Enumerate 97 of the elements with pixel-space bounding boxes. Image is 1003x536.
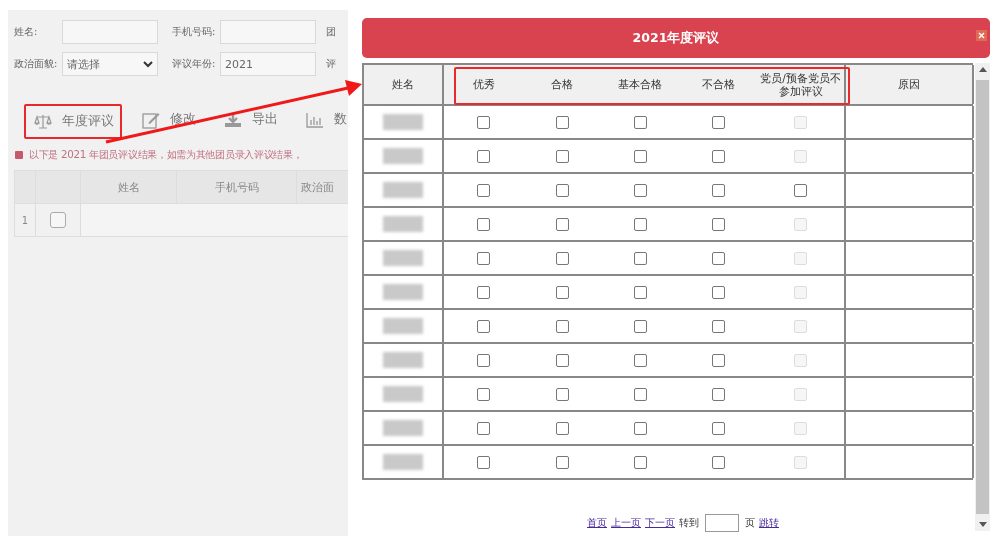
checkbox[interactable] [711, 387, 725, 401]
blurred-name [383, 420, 423, 436]
checkbox[interactable] [477, 183, 490, 197]
checkbox[interactable] [555, 115, 569, 129]
blurred-name [383, 284, 423, 300]
checkbox[interactable] [477, 251, 490, 265]
checkbox[interactable] [477, 455, 490, 469]
select-field[interactable]: 请选择 [62, 52, 158, 76]
checkbox[interactable] [555, 149, 569, 163]
blurred-name [383, 386, 423, 402]
checkbox[interactable] [555, 217, 569, 231]
goto-label: 转到 [679, 516, 699, 530]
checkbox[interactable] [477, 149, 490, 163]
checkbox[interactable] [633, 217, 647, 231]
checkbox[interactable] [633, 149, 647, 163]
checkbox[interactable] [555, 285, 569, 299]
column-header: 姓名 [81, 171, 177, 203]
scale-icon [34, 113, 52, 130]
checkbox[interactable] [555, 455, 569, 469]
scroll-up-icon[interactable] [978, 67, 987, 72]
toolbar-button[interactable]: 年度评议 [62, 113, 114, 130]
checkbox[interactable] [477, 387, 490, 401]
checkbox[interactable] [711, 217, 725, 231]
scrollbar[interactable] [975, 63, 990, 531]
column-header: 手机号码 [177, 171, 297, 203]
bar-chart-icon [306, 111, 324, 128]
checkbox[interactable] [711, 149, 725, 163]
checkbox[interactable] [633, 251, 647, 265]
filter-label: 姓名: [14, 25, 39, 39]
checkbox[interactable] [711, 353, 725, 367]
chevron-down-icon [143, 60, 153, 68]
checkbox[interactable] [477, 353, 490, 367]
toolbar-button[interactable]: 数 [334, 111, 347, 128]
checkbox[interactable] [633, 285, 647, 299]
column-header: 党员/预备党员不参加评议 [757, 65, 846, 104]
blurred-name [383, 148, 423, 164]
filter-label: 政治面貌: [14, 57, 59, 71]
column-header: 合格 [550, 77, 574, 93]
checkbox[interactable] [555, 353, 569, 367]
checkbox[interactable] [555, 319, 569, 333]
checkbox[interactable] [711, 251, 725, 265]
input-field[interactable] [62, 20, 158, 44]
checkbox[interactable] [711, 455, 725, 469]
checkbox[interactable] [50, 212, 66, 228]
checkbox[interactable] [711, 183, 725, 197]
checkbox[interactable] [633, 115, 647, 129]
checkbox[interactable] [633, 421, 647, 435]
notice-text: 以下是 2021 年团员评议结果，如需为其他团员录入评议结果， [29, 148, 303, 162]
checkbox[interactable] [633, 319, 647, 333]
checkbox[interactable] [555, 183, 569, 197]
checkbox[interactable] [477, 319, 490, 333]
page-link[interactable]: 上一页 [611, 516, 641, 530]
checkbox[interactable] [794, 183, 807, 197]
blurred-name [383, 454, 423, 470]
column-header: 优秀 [471, 77, 496, 93]
edit-icon [142, 110, 160, 129]
checkbox[interactable] [711, 115, 725, 129]
checkbox[interactable] [555, 251, 569, 265]
row-number: 1 [15, 204, 36, 236]
checkbox[interactable] [633, 183, 647, 197]
column-header: 不合格 [700, 77, 736, 93]
checkbox[interactable] [477, 217, 490, 231]
blurred-name [383, 114, 423, 130]
filter-label: 评议年份: [172, 57, 217, 71]
page-unit-label: 页 [745, 516, 755, 530]
checkbox[interactable] [633, 353, 647, 367]
checkbox[interactable] [477, 421, 490, 435]
checkbox[interactable] [633, 387, 647, 401]
checkbox[interactable] [633, 455, 647, 469]
page-link[interactable]: 下一页 [645, 516, 675, 530]
checkbox[interactable] [711, 285, 725, 299]
blurred-name [383, 352, 423, 368]
filter-label: 团 [326, 25, 336, 39]
scroll-down-icon[interactable] [978, 522, 987, 527]
jump-link[interactable]: 跳转 [759, 516, 779, 530]
checkbox[interactable] [477, 285, 490, 299]
checkbox[interactable] [477, 115, 490, 129]
dialog-title: 2021年度评议 [632, 29, 720, 47]
filter-label: 手机号码: [172, 25, 217, 39]
page-link[interactable]: 首页 [587, 516, 607, 530]
checkbox[interactable] [555, 387, 569, 401]
column-header: 姓名 [364, 65, 444, 104]
notice-icon [15, 151, 23, 159]
page-number-field[interactable] [705, 514, 739, 532]
blurred-name [383, 216, 423, 232]
checkbox[interactable] [711, 319, 725, 333]
filter-label: 评 [326, 57, 336, 71]
blurred-name [383, 182, 423, 198]
column-header: 基本合格 [617, 77, 663, 93]
blurred-name [383, 250, 423, 266]
checkbox[interactable] [555, 421, 569, 435]
input-field[interactable] [220, 20, 316, 44]
toolbar-button[interactable]: 导出 [252, 111, 278, 128]
close-icon[interactable] [976, 30, 987, 41]
checkbox[interactable] [711, 421, 725, 435]
input-field[interactable]: 2021 [220, 52, 316, 76]
blurred-name [383, 318, 423, 334]
